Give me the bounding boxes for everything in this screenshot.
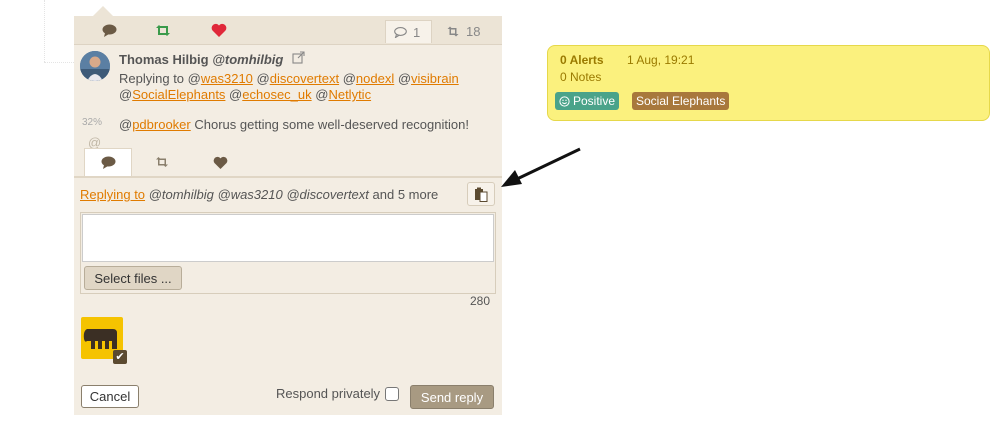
reply-count-tab[interactable]: 1 xyxy=(385,20,432,43)
mention-link-was3210[interactable]: was3210 xyxy=(201,71,253,86)
group-tag-social-elephants[interactable]: Social Elephants xyxy=(632,92,730,110)
tweet-replying-line-2: @SocialElephants @echosec_uk @Netlytic xyxy=(119,87,371,102)
account-selected-check-icon[interactable]: ✔ xyxy=(113,350,127,364)
retweet-count: 18 xyxy=(466,24,481,39)
retweet-count-tab[interactable]: 18 xyxy=(438,20,488,43)
conversation-notes-box: 0 Alerts 1 Aug, 19:21 0 Notes Positive S… xyxy=(547,45,990,121)
tweet-body-text: Chorus getting some well-deserved recogn… xyxy=(190,117,469,132)
mention-prefix: @ xyxy=(252,71,270,86)
body-at-prefix: @ xyxy=(119,117,133,132)
tag-label: Positive xyxy=(573,94,616,108)
reply-count: 1 xyxy=(413,24,421,40)
author-handle: @tomhilbig xyxy=(212,52,284,67)
avatar[interactable] xyxy=(80,51,110,81)
conversation-date: 1 Aug, 19:21 xyxy=(627,53,695,67)
reply-bubble-icon xyxy=(394,26,407,38)
mention-link-pdbrooker[interactable]: pdbrooker xyxy=(132,117,191,132)
select-files-button[interactable]: Select files ... xyxy=(84,266,182,290)
mention-link-netlytic[interactable]: Netlytic xyxy=(328,87,371,102)
tweet-replying-line-1: Replying to @was3210 @discovertext @node… xyxy=(119,71,459,86)
retweet-icon[interactable] xyxy=(154,22,172,38)
mention-link-nodexl[interactable]: nodexl xyxy=(356,71,394,86)
mention-prefix: @ xyxy=(394,71,412,86)
tab-like[interactable] xyxy=(196,148,244,176)
mention-link-discovertext[interactable]: discovertext xyxy=(270,71,339,86)
cancel-button[interactable]: Cancel xyxy=(81,385,139,408)
annotation-arrow xyxy=(501,147,581,187)
notes-count[interactable]: 0 Notes xyxy=(560,70,601,84)
tab-retweet[interactable] xyxy=(138,148,186,176)
reply-editor: Select files ... xyxy=(80,212,496,294)
character-counter: 280 xyxy=(470,294,491,308)
tweet-body: @pdbrooker Chorus getting some well-dese… xyxy=(119,117,469,132)
influence-score: 32% xyxy=(82,117,103,128)
tweet-author[interactable]: Thomas Hilbig @tomhilbig xyxy=(119,52,283,67)
original-tweet: 32% @ Thomas Hilbig @tomhilbig Replying … xyxy=(74,44,502,154)
guide-line-vertical xyxy=(44,0,45,62)
guide-line-horizontal xyxy=(44,62,74,63)
reply-type-tabs xyxy=(74,148,502,178)
send-reply-button[interactable]: Send reply xyxy=(410,385,494,409)
heart-icon xyxy=(213,156,227,169)
alerts-count[interactable]: 0 Alerts xyxy=(560,53,604,67)
action-tabs: 1 18 xyxy=(74,16,502,45)
heart-icon[interactable] xyxy=(210,22,228,38)
replying-to-prefix: Replying to @ xyxy=(119,71,201,86)
smiley-icon xyxy=(559,95,570,107)
mention-prefix: @ xyxy=(119,87,133,102)
comment-icon[interactable] xyxy=(100,22,118,38)
reply-recipients: Replying to @tomhilbig @was3210 @discove… xyxy=(80,187,438,202)
paste-button[interactable] xyxy=(467,182,495,206)
respond-privately-checkbox[interactable] xyxy=(385,387,399,401)
sentiment-tag-positive[interactable]: Positive xyxy=(555,92,620,110)
mention-link-echosec-uk[interactable]: echosec_uk xyxy=(242,87,311,102)
panel-pointer xyxy=(93,6,113,16)
reply-panel: 1 18 32% @ Thomas Hilbig @tomhilbig Repl… xyxy=(74,16,502,415)
mention-link-visibrain[interactable]: visibrain xyxy=(411,71,459,86)
tab-reply[interactable] xyxy=(84,148,132,176)
respond-privately-label: Respond privately xyxy=(276,386,381,401)
retweet-icon xyxy=(156,157,168,167)
clipboard-icon xyxy=(475,187,488,202)
recipient-handles: @tomhilbig @was3210 @discovertext xyxy=(145,187,369,202)
mention-link-socialelephants[interactable]: SocialElephants xyxy=(132,87,225,102)
reply-textarea[interactable] xyxy=(82,214,494,262)
comment-icon xyxy=(101,156,115,169)
mention-prefix: @ xyxy=(225,87,243,102)
replying-to-link[interactable]: Replying to xyxy=(80,187,145,202)
tag-label: Social Elephants xyxy=(636,94,726,108)
retweet-small-icon xyxy=(447,26,459,37)
author-name: Thomas Hilbig xyxy=(119,52,209,67)
more-recipients[interactable]: and 5 more xyxy=(369,187,439,202)
mention-prefix: @ xyxy=(311,87,329,102)
mention-prefix: @ xyxy=(339,71,356,86)
external-link-icon[interactable] xyxy=(292,51,305,64)
